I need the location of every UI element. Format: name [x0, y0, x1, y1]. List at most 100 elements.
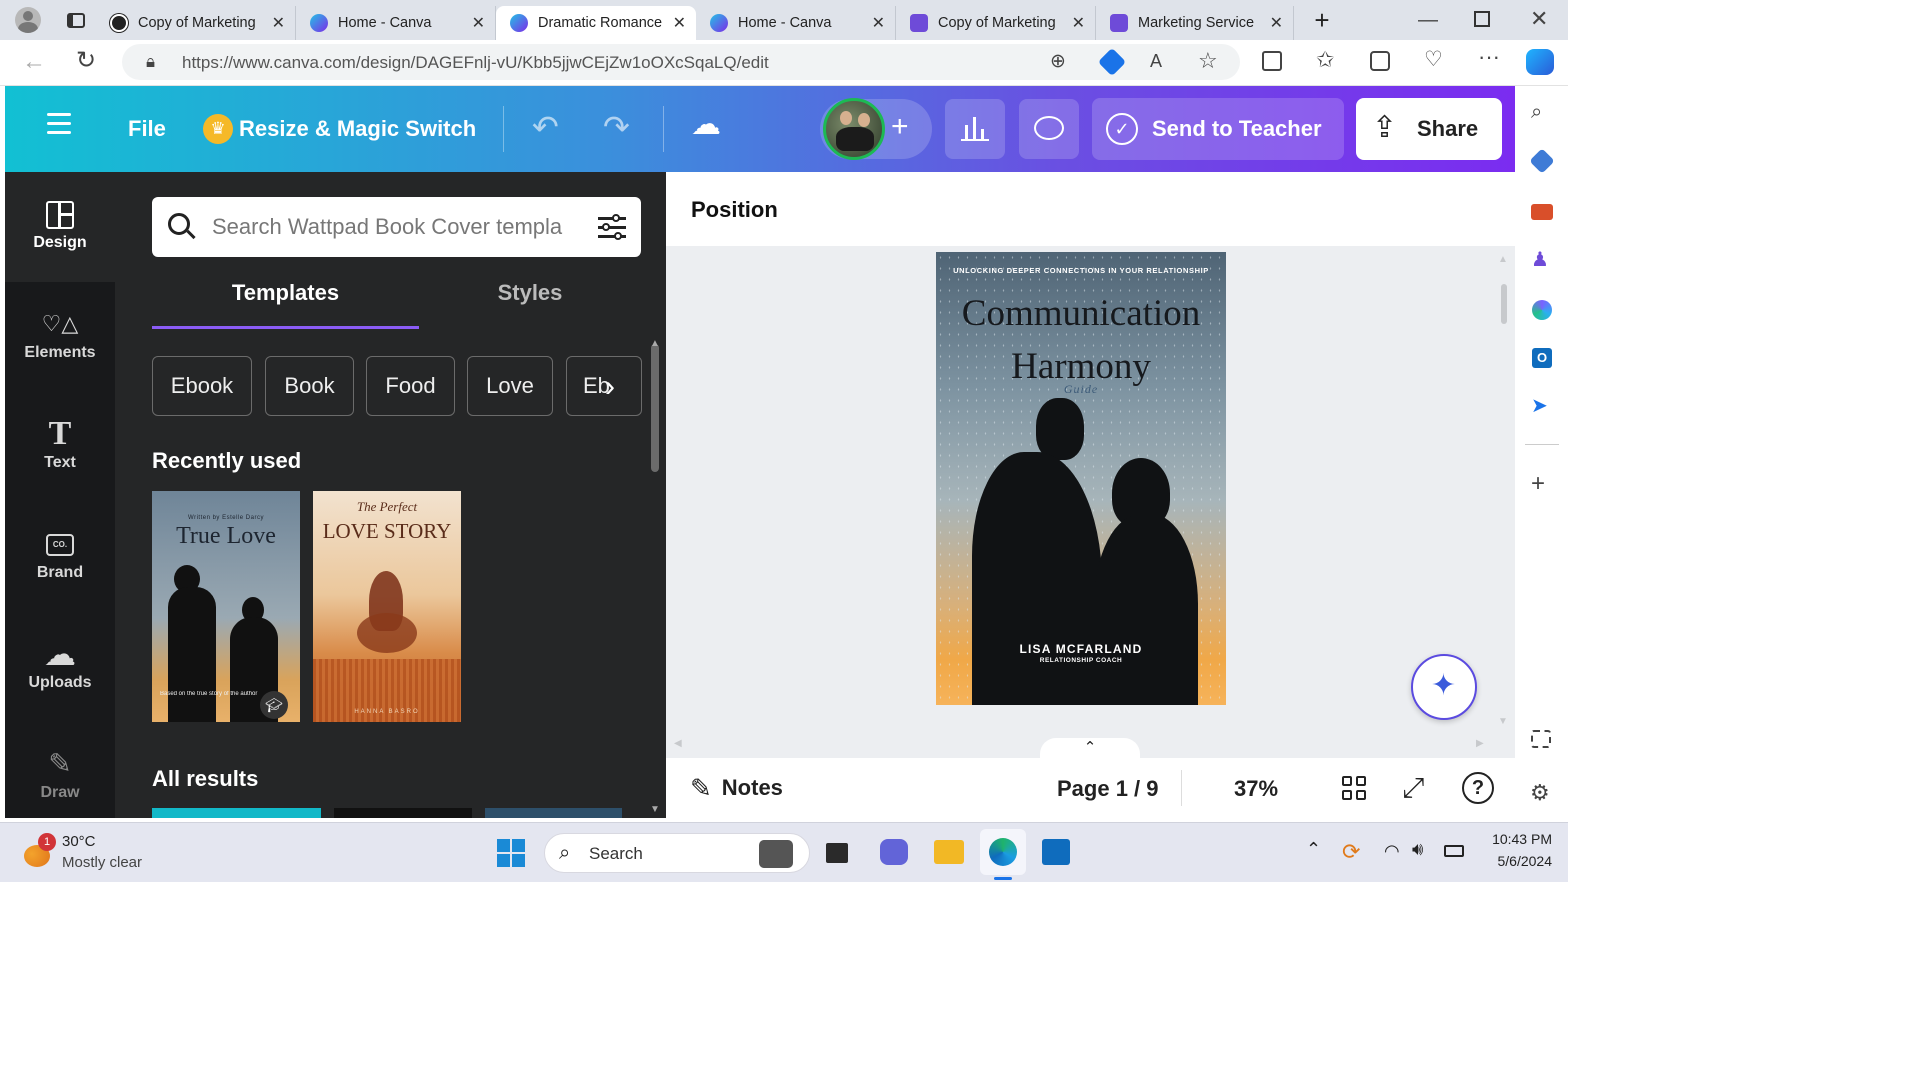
result-thumbnail[interactable]: [152, 808, 321, 818]
chip-ebook[interactable]: Ebook: [152, 356, 252, 416]
grid-view-icon[interactable]: [1342, 776, 1368, 802]
new-tab-icon[interactable]: +: [1294, 3, 1350, 37]
template-search-input[interactable]: Search Wattpad Book Cover templa: [152, 197, 641, 257]
wifi-icon[interactable]: ◠: [1384, 841, 1400, 862]
browser-tab[interactable]: Copy of Marketing ✕: [896, 6, 1096, 40]
favorite-star-icon[interactable]: ☆: [1198, 50, 1218, 72]
scroll-left-icon[interactable]: ◀: [674, 738, 682, 749]
add-icon[interactable]: +: [1531, 472, 1545, 496]
copilot-icon[interactable]: [1526, 49, 1554, 75]
page-indicator[interactable]: Page 1 / 9: [1057, 776, 1159, 802]
collections-icon[interactable]: [1370, 51, 1390, 71]
menu-icon[interactable]: [47, 113, 71, 135]
tab-templates[interactable]: Templates: [152, 280, 419, 330]
position-button[interactable]: Position: [691, 197, 778, 223]
chip-food[interactable]: Food: [366, 356, 455, 416]
send-icon[interactable]: ➤: [1531, 396, 1548, 416]
template-thumbnail-love-story[interactable]: The Perfect LOVE STORY HANNA BASRO: [313, 491, 461, 722]
minimize-icon[interactable]: —: [1418, 10, 1438, 30]
browser-essentials-icon[interactable]: ♡: [1424, 49, 1443, 70]
filter-sliders-icon[interactable]: [598, 214, 626, 240]
close-icon[interactable]: ✕: [472, 13, 485, 33]
template-thumbnail-true-love[interactable]: Written by Estelle Darcy True Love Based…: [152, 491, 300, 722]
help-icon[interactable]: ?: [1462, 772, 1494, 804]
profile-avatar[interactable]: [0, 3, 56, 37]
show-pages-toggle[interactable]: ⌃: [1040, 738, 1140, 760]
url-field[interactable]: 🔒︎ https://www.canva.com/design/DAGEFnlj…: [122, 44, 1240, 80]
battery-icon[interactable]: [1444, 845, 1464, 857]
microsoft365-icon[interactable]: [1532, 300, 1552, 320]
rail-item-design[interactable]: Design: [5, 172, 115, 282]
magic-assistant-button[interactable]: ✦: [1411, 654, 1477, 720]
cover-author[interactable]: LISA MCFARLAND: [936, 642, 1226, 656]
weather-widget[interactable]: 1 30°C Mostly clear: [20, 831, 180, 875]
notes-button[interactable]: ✎ Notes: [690, 772, 783, 804]
zoom-level[interactable]: 37%: [1234, 776, 1278, 802]
close-icon[interactable]: ✕: [1072, 13, 1085, 33]
favorites-icon[interactable]: ✩: [1316, 49, 1334, 71]
browser-tab-active[interactable]: Dramatic Romance ✕: [496, 6, 696, 40]
result-thumbnail[interactable]: [485, 808, 622, 818]
redo-icon[interactable]: ↷: [603, 111, 630, 143]
close-icon[interactable]: ✕: [1270, 13, 1283, 33]
browser-tab[interactable]: Marketing Service ✕: [1096, 6, 1294, 40]
insights-button[interactable]: [945, 99, 1005, 159]
sync-icon[interactable]: ⟳: [1342, 839, 1360, 865]
read-aloud-icon[interactable]: A: [1150, 52, 1162, 70]
panel-scrollbar[interactable]: [651, 344, 659, 472]
send-to-teacher-button[interactable]: ✓ Send to Teacher: [1092, 98, 1344, 160]
cover-role[interactable]: RELATIONSHIP COACH: [936, 657, 1226, 664]
file-menu-button[interactable]: File: [128, 116, 166, 142]
resize-magic-switch-button[interactable]: Resize & Magic Switch: [239, 116, 476, 142]
chevron-right-icon[interactable]: ›: [605, 370, 615, 404]
result-thumbnail[interactable]: [334, 808, 472, 818]
rail-item-brand[interactable]: CO. Brand: [5, 502, 115, 612]
clock[interactable]: 10:43 PM 5/6/2024: [1472, 831, 1552, 869]
tab-actions-icon[interactable]: [56, 3, 96, 37]
games-icon[interactable]: ♟: [1531, 250, 1549, 270]
toolbox-icon[interactable]: [1531, 204, 1553, 220]
taskbar-search-input[interactable]: ⌕ Search: [544, 833, 810, 873]
split-screen-icon[interactable]: [1262, 51, 1282, 71]
cover-subtitle[interactable]: Guide: [936, 382, 1226, 397]
microsoft-store-icon[interactable]: [1042, 839, 1070, 865]
scroll-right-icon[interactable]: ▶: [1476, 738, 1484, 749]
avatar[interactable]: [823, 98, 885, 160]
rail-item-draw[interactable]: ✎ Draw: [5, 722, 115, 832]
scroll-down-icon[interactable]: ▼: [650, 804, 660, 815]
chip-eb[interactable]: Eb: [566, 356, 642, 416]
browser-tab[interactable]: Home - Canva ✕: [696, 6, 896, 40]
browser-tab[interactable]: Home - Canva ✕: [296, 6, 496, 40]
rail-item-text[interactable]: T Text: [5, 392, 115, 502]
tab-styles[interactable]: Styles: [419, 280, 641, 330]
scroll-up-icon[interactable]: ▲: [1498, 254, 1508, 265]
design-page-cover[interactable]: UNLOCKING DEEPER CONNECTIONS IN YOUR REL…: [936, 252, 1226, 705]
extension-tag-icon[interactable]: [1097, 47, 1127, 77]
close-icon[interactable]: ✕: [673, 13, 686, 33]
teams-chat-icon[interactable]: [880, 839, 908, 865]
restore-icon[interactable]: [1474, 11, 1490, 27]
share-button[interactable]: ⇪ Share: [1356, 98, 1502, 160]
close-icon[interactable]: ✕: [872, 13, 885, 33]
cover-tagline[interactable]: UNLOCKING DEEPER CONNECTIONS IN YOUR REL…: [936, 266, 1226, 275]
scroll-up-icon[interactable]: ▲: [650, 338, 660, 349]
close-window-icon[interactable]: ✕: [1530, 8, 1548, 30]
rail-item-uploads[interactable]: ☁ Uploads: [5, 612, 115, 722]
cover-title-line1[interactable]: Communication: [936, 292, 1226, 335]
canvas-scrollbar[interactable]: [1501, 284, 1507, 324]
edge-browser-icon[interactable]: [980, 829, 1026, 875]
chip-book[interactable]: Book: [265, 356, 354, 416]
add-collaborator-icon[interactable]: +: [891, 112, 909, 142]
zoom-icon[interactable]: ⊕: [1050, 52, 1066, 71]
screenshot-icon[interactable]: [1531, 730, 1551, 748]
fullscreen-icon[interactable]: ⤢: [1402, 772, 1424, 805]
back-icon[interactable]: ←: [22, 50, 46, 74]
start-windows-icon[interactable]: [497, 839, 525, 867]
refresh-icon[interactable]: ↻: [76, 49, 96, 73]
scroll-down-icon[interactable]: ▼: [1498, 716, 1508, 727]
search-icon[interactable]: ⌕: [1531, 102, 1542, 122]
more-icon[interactable]: ···: [1478, 46, 1500, 68]
file-explorer-icon[interactable]: [934, 840, 964, 864]
task-view-icon[interactable]: [826, 843, 848, 863]
browser-tab[interactable]: Copy of Marketing ✕: [96, 6, 296, 40]
